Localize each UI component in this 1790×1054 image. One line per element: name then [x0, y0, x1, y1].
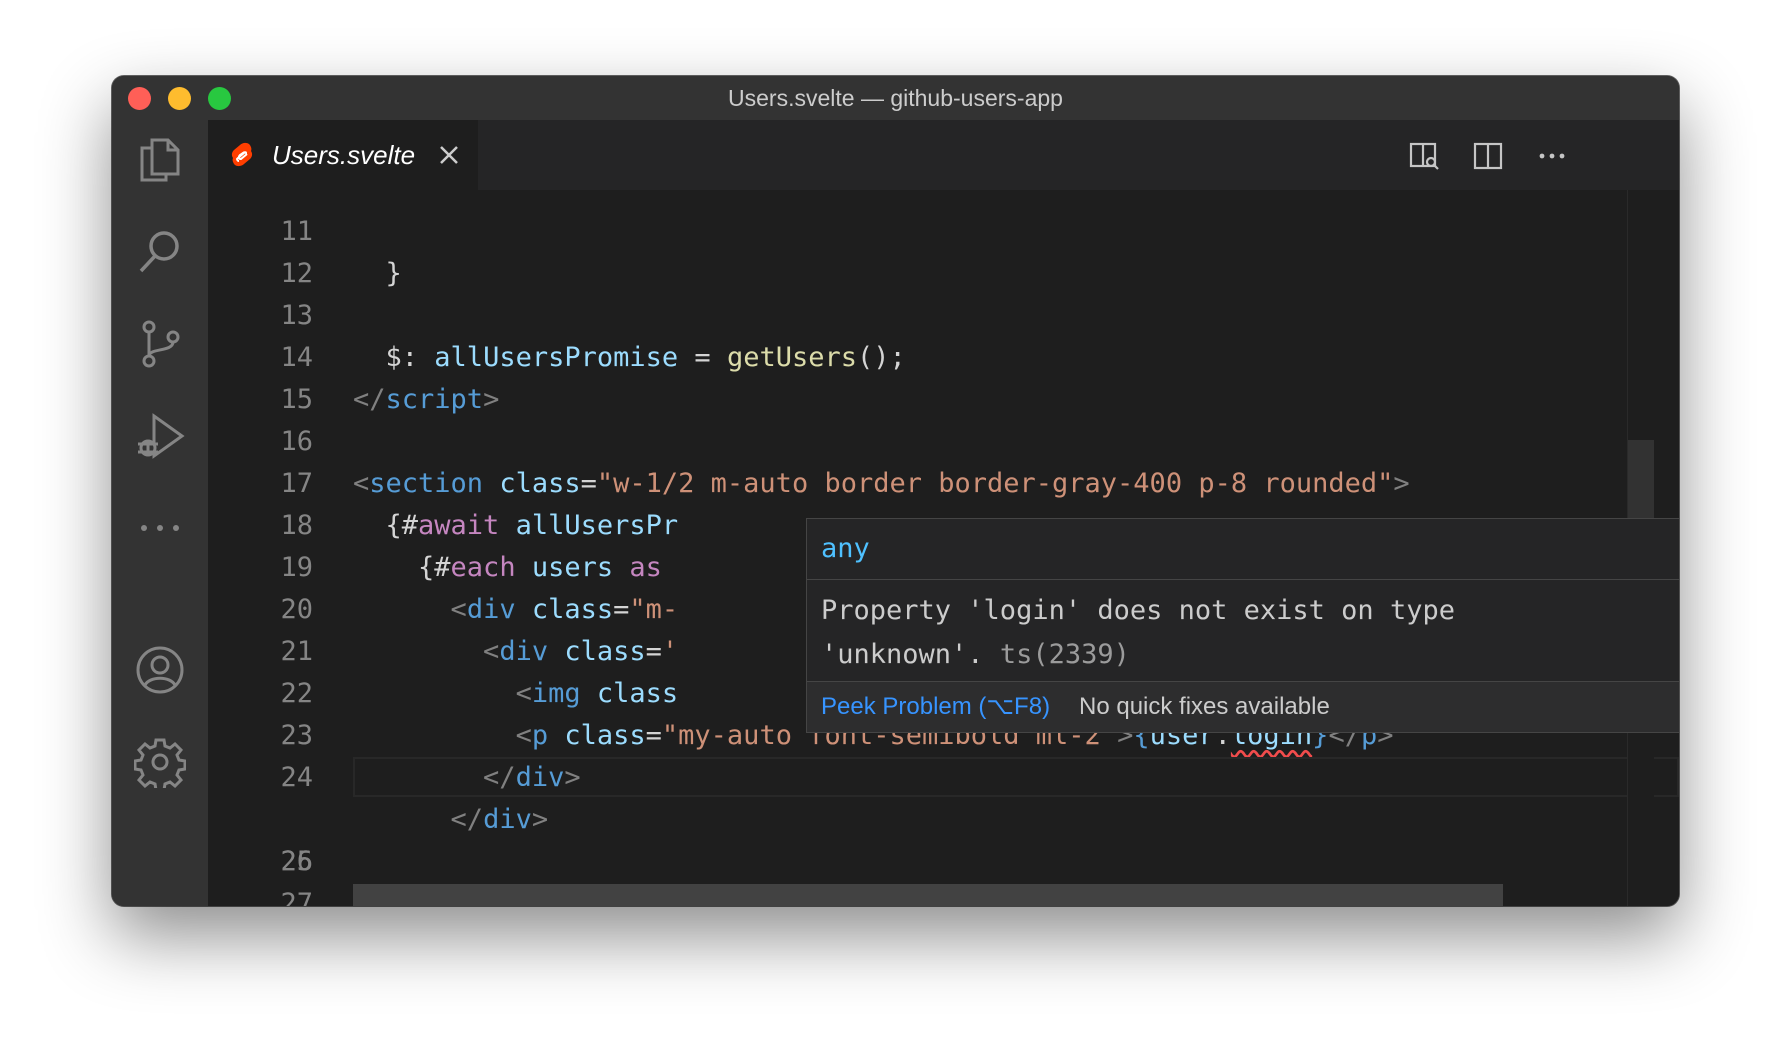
code-line: 12 — [208, 211, 1679, 289]
code-line: 17 {#await allUsersPr — [208, 421, 1679, 541]
svelte-icon — [231, 142, 253, 167]
hover-type: any — [807, 519, 1679, 580]
peek-problem-link[interactable]: Peek Problem (⌥F8) — [821, 682, 1050, 732]
code-line: 16 <section class="w-1/2 m-auto border b… — [208, 379, 1679, 499]
code-line: 14 </script> — [208, 295, 1679, 415]
files-icon[interactable] — [130, 130, 190, 190]
open-preview-icon[interactable] — [1408, 140, 1440, 172]
account-icon[interactable] — [130, 640, 190, 700]
activity-bar — [112, 120, 208, 906]
hover-widget: any Property 'login' does not exist on t… — [806, 518, 1679, 733]
current-line: 25 {/each} — [208, 757, 1679, 906]
hover-message: Property 'login' does not exist on type … — [821, 595, 1455, 670]
hover-status-bar: Peek Problem (⌥F8) No quick fixes availa… — [807, 681, 1679, 732]
tab-label: Users.svelte — [272, 140, 416, 170]
horizontal-scrollbar[interactable] — [353, 884, 1503, 906]
code-line: 18 {#each users as — [208, 463, 1679, 583]
window-title: Users.svelte — github-users-app — [728, 85, 1063, 111]
title-bar: Users.svelte — github-users-app — [112, 76, 1679, 121]
source-control-icon[interactable] — [130, 314, 190, 374]
no-quick-fixes-label: No quick fixes available — [1079, 693, 1330, 720]
run-debug-icon[interactable] — [130, 406, 190, 466]
code-line: 26 {/await} — [208, 799, 1679, 906]
current-line-highlight — [353, 757, 1679, 797]
code-line: 15 — [208, 337, 1679, 415]
error-code: ts(2339) — [999, 639, 1130, 670]
editor-window: Users.svelte — github-users-app Users.sv… — [112, 76, 1679, 906]
code-line: 13 $: allUsersPromise = getUsers(); — [208, 253, 1679, 373]
more-icon[interactable] — [130, 498, 190, 558]
search-icon[interactable] — [130, 222, 190, 282]
code-line: 27 </section> — [208, 841, 1679, 906]
split-editor-icon[interactable] — [1472, 140, 1504, 172]
close-icon[interactable] — [436, 142, 462, 168]
tab-users-svelte[interactable]: Users.svelte — [208, 120, 478, 190]
code-line: 11 } — [208, 190, 1679, 289]
gear-icon[interactable] — [130, 732, 190, 792]
tabs-bar: Users.svelte — [208, 120, 1679, 190]
more-actions-icon[interactable] — [1536, 140, 1568, 172]
